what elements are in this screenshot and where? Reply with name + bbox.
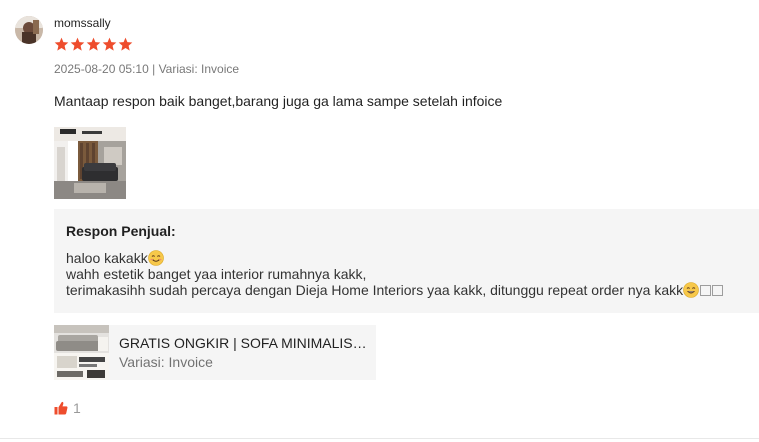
seller-response-line: wahh estetik banget yaa interior rumahny… bbox=[66, 266, 367, 282]
review-photo[interactable] bbox=[54, 127, 126, 199]
meta-separator: | bbox=[152, 62, 156, 76]
product-thumbnail bbox=[54, 325, 109, 380]
placeholder-glyph-icon bbox=[700, 285, 712, 296]
star-icon bbox=[70, 37, 85, 51]
thumbs-up-icon[interactable] bbox=[54, 401, 68, 415]
like-button[interactable]: 1 bbox=[54, 400, 81, 416]
seller-response-title: Respon Penjual: bbox=[66, 223, 176, 239]
review-variant: Variasi: Invoice bbox=[158, 62, 240, 76]
product-variant: Variasi: Invoice bbox=[119, 354, 213, 370]
placeholder-glyph-icon bbox=[712, 285, 724, 296]
product-info: GRATIS ONGKIR | SOFA MINIMALIS | SOFA BE… bbox=[109, 335, 367, 370]
seller-response: Respon Penjual: haloo kakakk wahh esteti… bbox=[54, 209, 759, 313]
product-card[interactable]: GRATIS ONGKIR | SOFA MINIMALIS | SOFA BE… bbox=[54, 325, 376, 380]
avatar[interactable] bbox=[15, 16, 43, 44]
review-date: 2025-08-20 05:10 bbox=[54, 62, 149, 76]
seller-response-greeting: haloo kakakk bbox=[66, 250, 148, 266]
rating-stars bbox=[54, 37, 133, 52]
reviewer-username[interactable]: momssally bbox=[54, 16, 111, 30]
seller-response-line: terimakasihh sudah percaya dengan Dieja … bbox=[66, 282, 747, 298]
review-meta: 2025-08-20 05:10 | Variasi: Invoice bbox=[54, 62, 239, 76]
product-name[interactable]: GRATIS ONGKIR | SOFA MINIMALIS | SOFA BE… bbox=[119, 335, 367, 351]
review-text: Mantaap respon baik banget,barang juga g… bbox=[54, 93, 503, 109]
star-icon bbox=[54, 37, 69, 51]
seller-response-line: haloo kakakk bbox=[66, 250, 747, 266]
star-icon bbox=[102, 37, 117, 51]
star-icon bbox=[118, 37, 133, 51]
star-icon bbox=[86, 37, 101, 51]
seller-response-thanks: terimakasihh sudah percaya dengan Dieja … bbox=[66, 282, 684, 298]
like-count: 1 bbox=[73, 400, 81, 416]
divider bbox=[0, 438, 759, 439]
smiling-face-icon bbox=[147, 250, 164, 266]
grinning-face-icon bbox=[683, 282, 699, 298]
product-review: momssally 2025-08-20 05:10 | Variasi: In… bbox=[0, 0, 759, 442]
